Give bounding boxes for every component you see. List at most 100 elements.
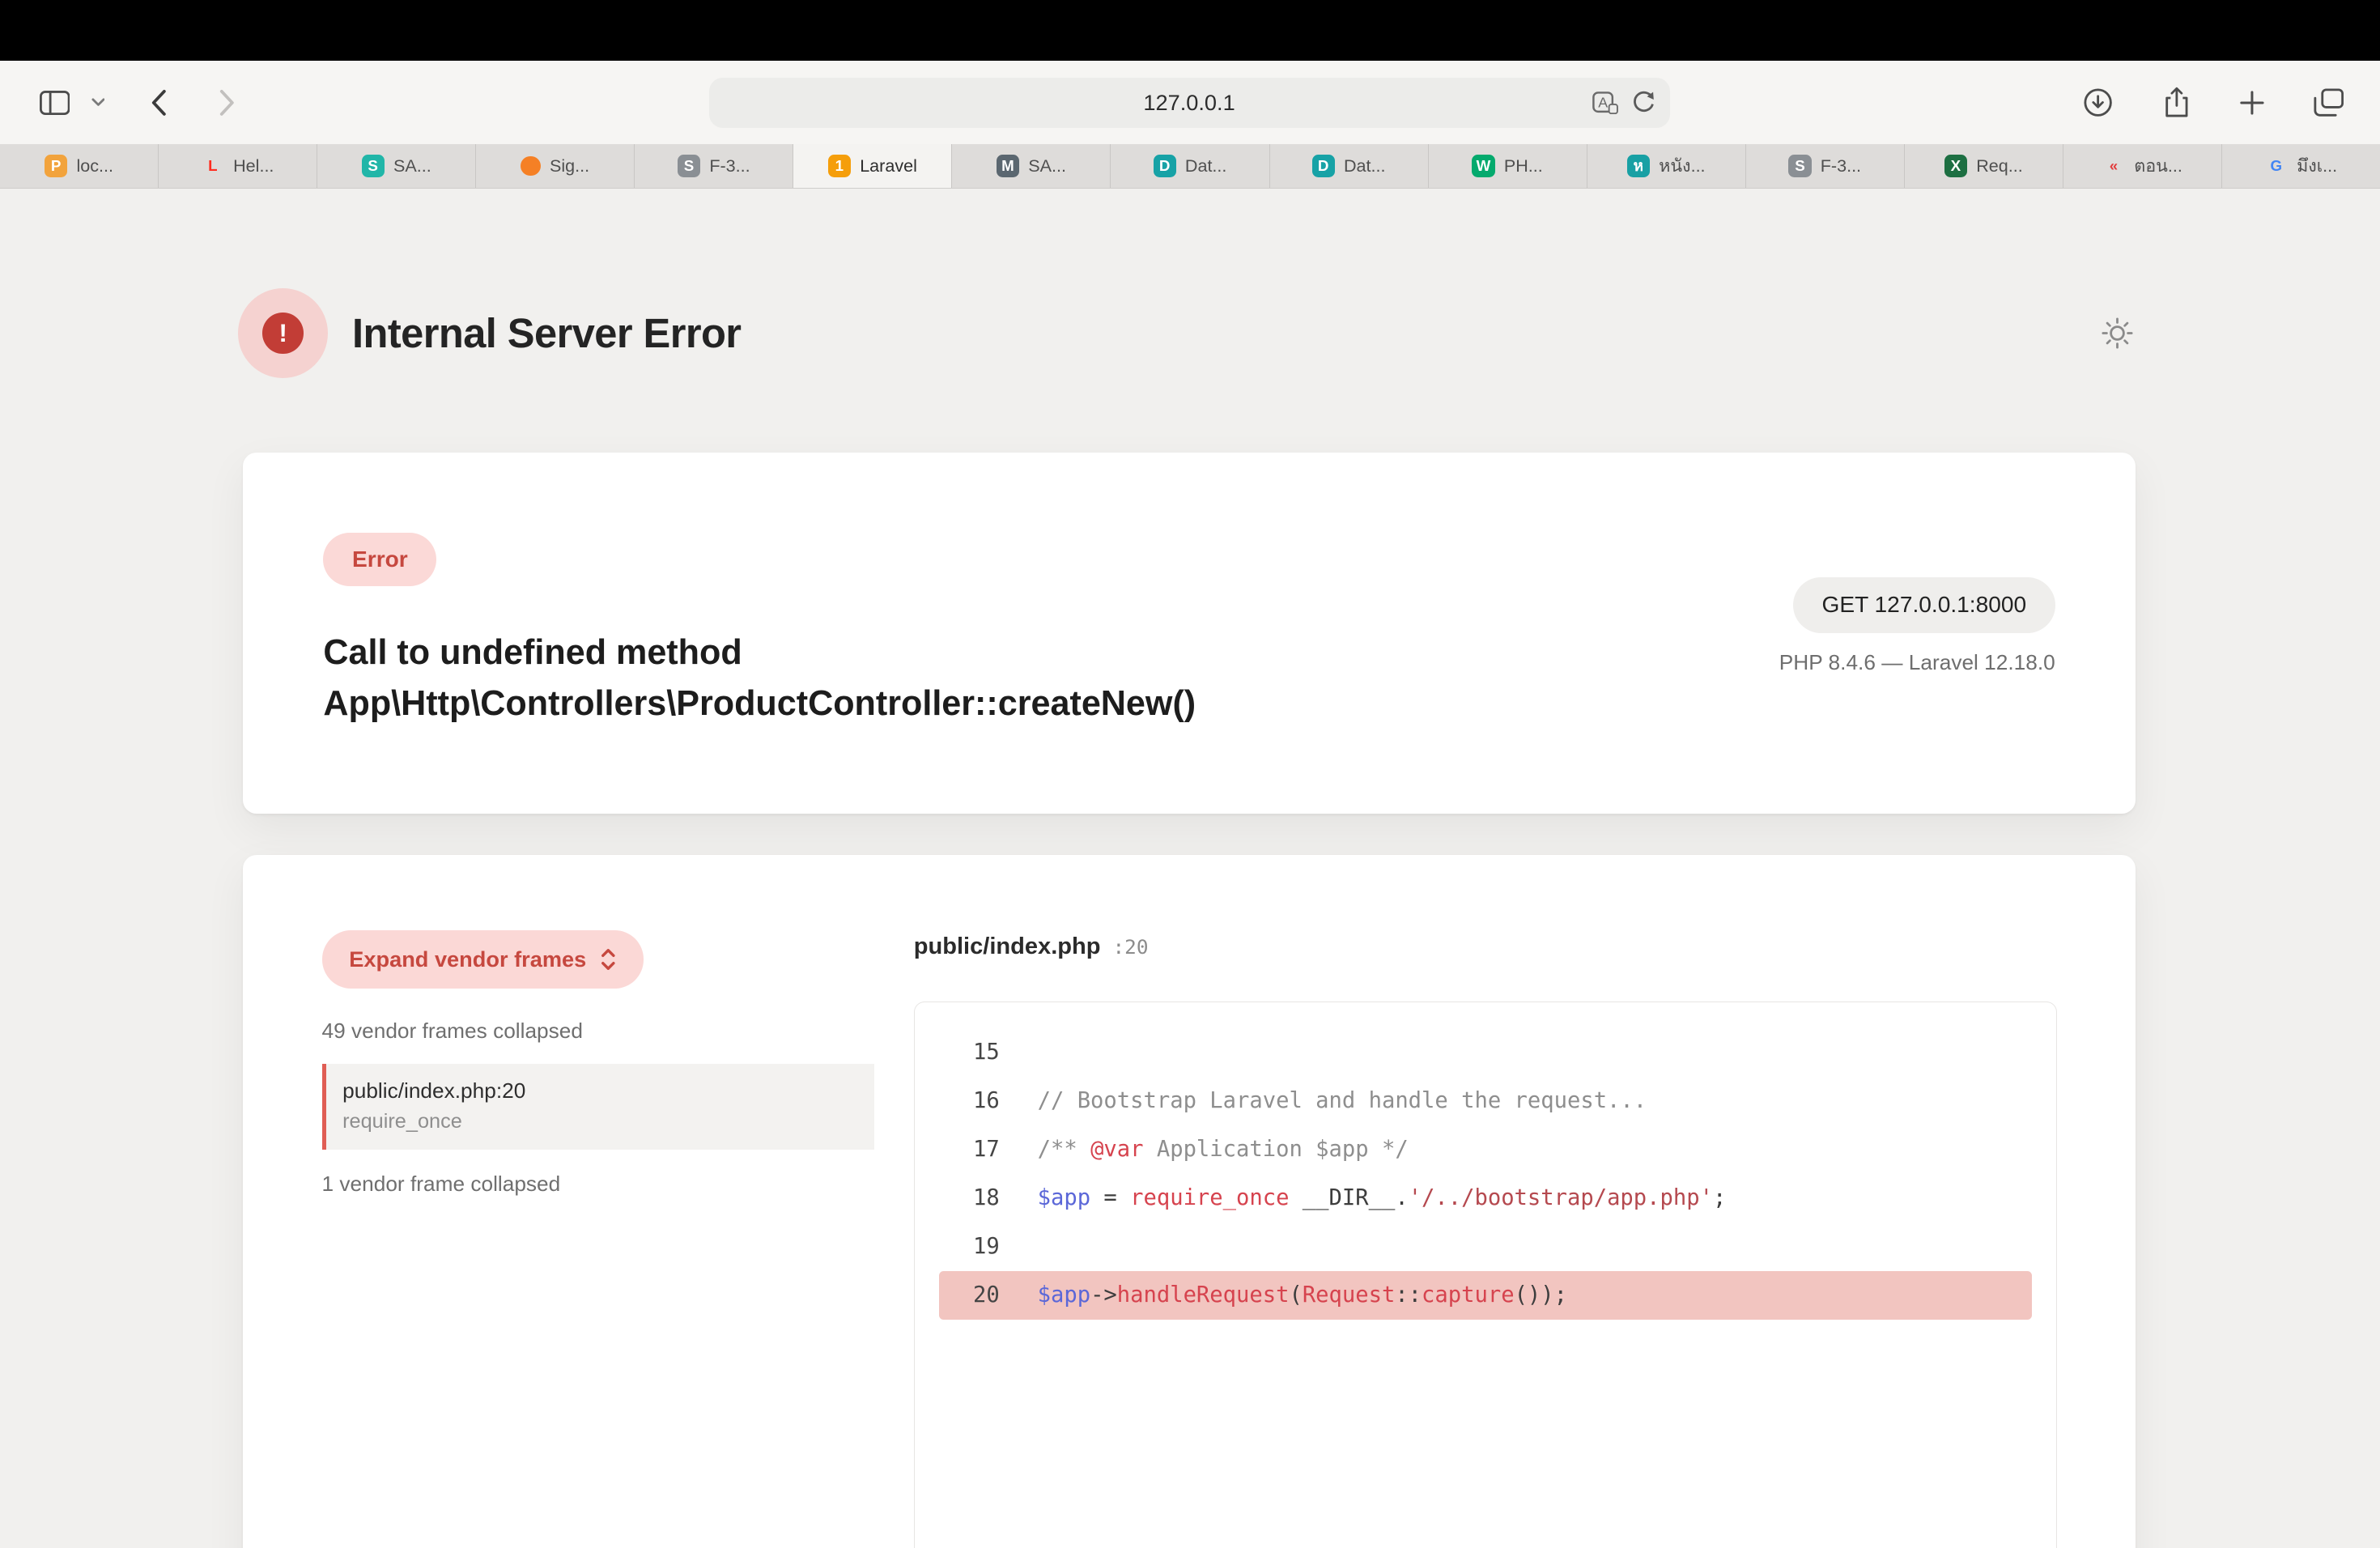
tab-label: SA...	[393, 155, 431, 176]
code-header-file: public/index.php	[914, 933, 1101, 960]
expand-vendor-frames-button[interactable]: Expand vendor frames	[322, 930, 644, 988]
browser-tab[interactable]: D Dat...	[1111, 144, 1269, 187]
tab-label: Dat...	[1344, 155, 1386, 176]
browser-tab[interactable]: « ตอน...	[2063, 144, 2222, 187]
theme-toggle-button[interactable]	[2099, 315, 2136, 351]
request-method-pill: GET 127.0.0.1:8000	[1793, 577, 2055, 634]
tab-overview-button[interactable]	[2307, 82, 2350, 123]
code-line-highlighted: 20 $app->handleRequest(Request::capture()…	[939, 1271, 2032, 1320]
line-number: 16	[939, 1077, 1000, 1125]
code-line: 16 // Bootstrap Laravel and handle the re…	[939, 1077, 2032, 1125]
tab-favicon: P	[45, 155, 67, 177]
code-header: public/index.php :20	[914, 933, 2057, 960]
sun-icon	[2099, 315, 2136, 351]
tab-label: SA...	[1028, 155, 1066, 176]
new-tab-button[interactable]	[2233, 83, 2271, 121]
tab-favicon: D	[1154, 155, 1176, 177]
code-line: 19	[939, 1223, 2032, 1271]
error-message: Call to undefined method App\Http\Contro…	[323, 627, 1507, 731]
address-bar[interactable]: 127.0.0.1 A	[709, 78, 1670, 128]
tab-label: หนัง...	[1659, 152, 1705, 180]
tab-favicon: D	[1312, 155, 1335, 177]
tab-favicon: L	[202, 155, 224, 177]
expand-chevrons-icon	[600, 947, 617, 972]
back-button[interactable]	[144, 83, 173, 122]
tab-label: F-3...	[709, 155, 750, 176]
svg-text:A: A	[1598, 94, 1608, 110]
downloads-button[interactable]	[2075, 79, 2120, 125]
browser-tab[interactable]: Ploc...	[0, 144, 159, 187]
browser-tab[interactable]: G มึงเ...	[2222, 144, 2380, 187]
error-type-badge: Error	[323, 533, 436, 586]
tab-favicon: ห	[1627, 155, 1650, 177]
tab-favicon: S	[678, 155, 700, 177]
translate-icon[interactable]: A	[1592, 91, 1618, 114]
tab-favicon: X	[1944, 155, 1967, 177]
tab-favicon: M	[997, 155, 1019, 177]
tab-favicon: G	[2265, 155, 2288, 177]
code-text: $app = require_once __DIR__.'/../bootstr…	[1038, 1174, 1727, 1223]
browser-tab[interactable]: W PH...	[1429, 144, 1587, 187]
code-text: $app->handleRequest(Request::capture());	[1038, 1271, 1567, 1320]
tab-favicon: 1	[828, 155, 851, 177]
collapsed-frames-note-bottom: 1 vendor frame collapsed	[322, 1172, 875, 1197]
tab-label: มึงเ...	[2297, 152, 2337, 180]
tab-favicon: S	[1788, 155, 1811, 177]
browser-tab[interactable]: S F-3...	[635, 144, 793, 187]
tab-favicon	[521, 156, 540, 176]
tab-label: ตอน...	[2134, 152, 2182, 180]
version-info: PHP 8.4.6 — Laravel 12.18.0	[1779, 650, 2055, 675]
stack-frames-column: Expand vendor frames 49 vendor frames co…	[322, 930, 875, 1548]
code-line: 15	[939, 1028, 2032, 1077]
line-number: 15	[939, 1028, 1000, 1077]
tab-label: loc...	[76, 155, 113, 176]
tab-label: Dat...	[1185, 155, 1227, 176]
browser-tab[interactable]: S SA...	[317, 144, 476, 187]
tab-label: Sig...	[550, 155, 589, 176]
tab-label: Req...	[1976, 155, 2023, 176]
share-icon[interactable]	[2157, 79, 2196, 125]
collapsed-frames-note-top: 49 vendor frames collapsed	[322, 1019, 875, 1044]
stack-frame-item[interactable]: public/index.php:20 require_once	[322, 1064, 875, 1150]
stack-frame-method: require_once	[342, 1110, 856, 1133]
line-number: 20	[939, 1271, 1000, 1320]
code-text: /** @var Application $app */	[1038, 1125, 1409, 1174]
tab-favicon: «	[2102, 155, 2125, 177]
code-line: 18$app = require_once __DIR__.'/../boots…	[939, 1174, 2032, 1223]
stack-frame-file: public/index.php:20	[342, 1078, 856, 1104]
browser-tab[interactable]: ห หนัง...	[1587, 144, 1746, 187]
browser-tab[interactable]: D Dat...	[1270, 144, 1429, 187]
code-line: 17 /** @var Application $app */	[939, 1125, 2032, 1174]
url-text: 127.0.0.1	[1143, 90, 1235, 116]
browser-tab[interactable]: Sig...	[476, 144, 635, 187]
line-number: 19	[939, 1223, 1000, 1271]
browser-tab[interactable]: SF-3...	[1746, 144, 1905, 187]
error-page-header: ! Internal Server Error	[238, 288, 2136, 378]
browser-tab[interactable]: 1 Laravel	[793, 144, 952, 187]
sidebar-toggle-button[interactable]	[33, 84, 111, 121]
browser-toolbar: 127.0.0.1 A	[0, 61, 2380, 144]
browser-tab[interactable]: L Hel...	[159, 144, 317, 187]
code-text: // Bootstrap Laravel and handle the requ…	[1038, 1077, 1647, 1125]
tab-favicon: S	[362, 155, 385, 177]
sidebar-icon	[33, 84, 76, 121]
line-number: 17	[939, 1125, 1000, 1174]
tab-label: PH...	[1504, 155, 1543, 176]
forward-button[interactable]	[213, 83, 242, 122]
tab-favicon: W	[1472, 155, 1494, 177]
error-summary-card: Error Call to undefined method App\Http\…	[243, 453, 2136, 814]
reload-icon[interactable]	[1632, 90, 1656, 114]
stack-trace-card: Expand vendor frames 49 vendor frames co…	[243, 855, 2136, 1548]
tab-label: Hel...	[233, 155, 274, 176]
chevron-down-icon	[85, 91, 111, 113]
tab-bar: Ploc...LHel...SSA...Sig...SF-3...1Larave…	[0, 144, 2380, 188]
exclamation-icon: !	[262, 313, 304, 354]
expand-button-label: Expand vendor frames	[349, 946, 586, 972]
code-viewer[interactable]: 1516 // Bootstrap Laravel and handle the …	[914, 1002, 2057, 1548]
tab-label: Laravel	[860, 155, 917, 176]
browser-tab[interactable]: X Req...	[1905, 144, 2063, 187]
browser-tab[interactable]: M SA...	[952, 144, 1111, 187]
menu-bar	[0, 0, 2380, 61]
error-icon: !	[238, 288, 328, 378]
code-column: public/index.php :20 1516 // Bootstrap La…	[914, 930, 2057, 1548]
